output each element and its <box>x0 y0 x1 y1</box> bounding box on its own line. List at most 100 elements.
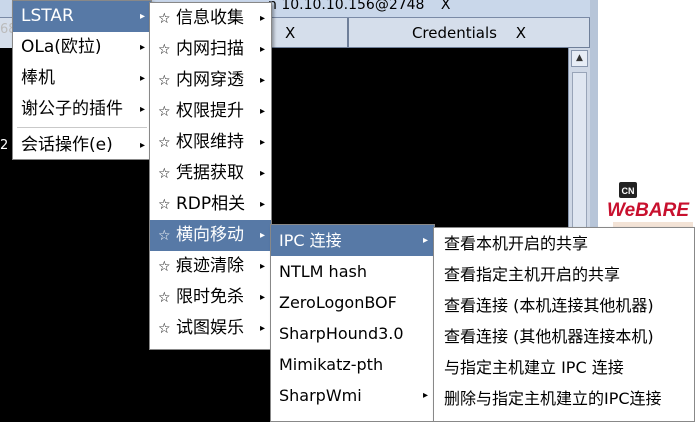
svg-text:CN: CN <box>622 186 635 196</box>
menu-item-intranet-scan[interactable]: ☆ 内网扫描 ▸ <box>150 34 271 65</box>
session-title: n 10.10.10.156@2748 X <box>268 0 451 13</box>
submenu-arrow-icon: ▸ <box>139 11 145 22</box>
menu-item-label: OLa(欧拉) <box>21 37 102 57</box>
menu-item-av-evasion[interactable]: ☆ 限时免杀 ▸ <box>150 282 271 313</box>
menu-item-sharpwmi[interactable]: SharpWmi ▸ <box>271 380 434 411</box>
session-title-text: n 10.10.10.156@2748 <box>268 0 425 13</box>
menu-item-create-ipc-connection[interactable]: 与指定主机建立 IPC 连接 <box>434 352 694 383</box>
star-icon: ☆ <box>158 73 171 89</box>
star-icon: ☆ <box>158 42 171 58</box>
menu-item-bangji[interactable]: 棒机 ▸ <box>13 63 151 94</box>
menu-item-label: 谢公子的插件 <box>21 99 123 119</box>
menu-item-label: 痕迹清除 <box>176 256 244 276</box>
menu-item-label: SharpHound3.0 <box>279 324 404 343</box>
ipc-submenu: 查看本机开启的共享 查看指定主机开启的共享 查看连接 (本机连接其他机器) 查看… <box>433 227 695 422</box>
menu-item-label: 删除与指定主机建立的IPC连接 <box>444 389 662 408</box>
menu-item-ntlm-hash[interactable]: NTLM hash <box>271 256 434 287</box>
menu-item-label: 权限提升 <box>176 101 244 121</box>
submenu-arrow-icon: ▸ <box>259 168 265 179</box>
lateral-movement-submenu: IPC 连接 ▸ NTLM hash ZeroLogonBOF SharpHou… <box>270 224 435 422</box>
submenu-arrow-icon: ▸ <box>422 390 428 401</box>
star-icon: ☆ <box>158 166 171 182</box>
menu-item-trace-cleanup[interactable]: ☆ 痕迹清除 ▸ <box>150 251 271 282</box>
menu-item-delete-ipc-connection[interactable]: 删除与指定主机建立的IPC连接 <box>434 383 694 414</box>
session-close-button[interactable]: X <box>441 0 451 13</box>
menu-item-label: 内网扫描 <box>176 39 244 59</box>
menu-item-credential-access[interactable]: ☆ 凭据获取 ▸ <box>150 158 271 189</box>
menu-item-label: 查看指定主机开启的共享 <box>444 265 621 284</box>
star-icon: ☆ <box>158 321 171 337</box>
submenu-arrow-icon: ▸ <box>259 323 265 334</box>
star-icon: ☆ <box>158 259 171 275</box>
menu-item-label: 限时免杀 <box>176 287 244 307</box>
star-icon: ☆ <box>158 290 171 306</box>
menu-item-view-inbound-connections[interactable]: 查看连接 (其他机器连接本机) <box>434 321 694 352</box>
menu-item-entertainment[interactable]: ☆ 试图娱乐 ▸ <box>150 313 271 344</box>
tab-credentials-close-button[interactable]: X <box>516 24 526 42</box>
menu-item-label: ZeroLogonBOF <box>279 293 397 312</box>
lstar-submenu: ☆ 信息收集 ▸ ☆ 内网扫描 ▸ ☆ 内网穿透 ▸ ☆ 权限提升 ▸ ☆ 权限维持 ▸ … <box>149 2 272 350</box>
menu-item-ipc-connection[interactable]: IPC 连接 ▸ <box>271 225 434 256</box>
menu-item-lstar[interactable]: LSTAR ▸ <box>13 1 151 32</box>
menu-item-label: 信息收集 <box>176 8 244 28</box>
tab-credentials[interactable]: Credentials X <box>348 18 590 48</box>
submenu-arrow-icon: ▸ <box>139 73 145 84</box>
menu-item-intranet-tunnel[interactable]: ☆ 内网穿透 ▸ <box>150 65 271 96</box>
menu-item-label: 与指定主机建立 IPC 连接 <box>444 358 624 377</box>
menu-item-label: IPC 连接 <box>279 231 342 250</box>
submenu-arrow-icon: ▸ <box>139 42 145 53</box>
submenu-arrow-icon: ▸ <box>259 137 265 148</box>
submenu-arrow-icon: ▸ <box>259 13 265 24</box>
star-icon: ☆ <box>158 197 171 213</box>
menu-item-xiegongzi-plugins[interactable]: 谢公子的插件 ▸ <box>13 94 151 125</box>
menu-item-label: SharpWmi <box>279 386 362 405</box>
star-icon: ☆ <box>158 11 171 27</box>
menu-item-label: 棒机 <box>21 68 55 88</box>
submenu-arrow-icon: ▸ <box>259 75 265 86</box>
menu-item-info-gathering[interactable]: ☆ 信息收集 ▸ <box>150 3 271 34</box>
menu-item-session-ops[interactable]: 会话操作(e) ▸ <box>13 130 151 161</box>
submenu-arrow-icon: ▸ <box>259 261 265 272</box>
menu-item-label: 会话操作(e) <box>21 135 113 155</box>
menu-item-lateral-movement[interactable]: ☆ 横向移动 ▸ <box>150 220 271 251</box>
star-icon: ☆ <box>158 104 171 120</box>
menu-item-rdp[interactable]: ☆ RDP相关 ▸ <box>150 189 271 220</box>
menu-item-label: 内网穿透 <box>176 70 244 90</box>
menu-item-label: 查看连接 (其他机器连接本机) <box>444 327 654 346</box>
menu-item-label: NTLM hash <box>279 262 367 281</box>
plugin-menu: LSTAR ▸ OLa(欧拉) ▸ 棒机 ▸ 谢公子的插件 ▸ 会话操作(e) … <box>12 0 152 160</box>
menu-item-ola[interactable]: OLa(欧拉) ▸ <box>13 32 151 63</box>
left-stub-text-2: 2 <box>0 138 9 153</box>
menu-item-privilege-escalation[interactable]: ☆ 权限提升 ▸ <box>150 96 271 127</box>
star-icon: ☆ <box>158 135 171 151</box>
submenu-arrow-icon: ▸ <box>259 230 265 241</box>
submenu-arrow-icon: ▸ <box>139 104 145 115</box>
menu-item-zerologon-bof[interactable]: ZeroLogonBOF <box>271 287 434 318</box>
menu-item-label: 权限维持 <box>176 132 244 152</box>
tab-credentials-label: Credentials <box>411 24 497 42</box>
menu-item-sharphound[interactable]: SharpHound3.0 <box>271 318 434 349</box>
menu-item-label: 凭据获取 <box>176 163 244 183</box>
menu-item-label: 横向移动 <box>176 225 244 245</box>
menu-item-label: 试图娱乐 <box>176 318 244 338</box>
menu-item-label: LSTAR <box>21 6 74 26</box>
submenu-arrow-icon: ▸ <box>139 140 145 151</box>
menu-item-label: 查看本机开启的共享 <box>444 234 589 253</box>
submenu-arrow-icon: ▸ <box>259 292 265 303</box>
tab-partial[interactable]: X <box>270 18 348 48</box>
submenu-arrow-icon: ▸ <box>259 44 265 55</box>
menu-item-label: 查看连接 (本机连接其他机器) <box>444 296 654 315</box>
menu-separator <box>17 127 147 128</box>
menu-item-label: RDP相关 <box>176 194 246 214</box>
menu-item-view-outbound-connections[interactable]: 查看连接 (本机连接其他机器) <box>434 290 694 321</box>
scroll-up-button[interactable]: ▲ <box>571 50 588 67</box>
tab-partial-close-button[interactable]: X <box>285 24 295 42</box>
svg-text:WeBARE: WeBARE <box>607 200 690 221</box>
menu-item-mimikatz-pth[interactable]: Mimikatz-pth <box>271 349 434 380</box>
menu-item-view-host-shares[interactable]: 查看指定主机开启的共享 <box>434 259 694 290</box>
submenu-arrow-icon: ▸ <box>259 199 265 210</box>
submenu-arrow-icon: ▸ <box>259 106 265 117</box>
menu-item-view-local-shares[interactable]: 查看本机开启的共享 <box>434 228 694 259</box>
menu-item-persistence[interactable]: ☆ 权限维持 ▸ <box>150 127 271 158</box>
star-icon: ☆ <box>158 228 171 244</box>
